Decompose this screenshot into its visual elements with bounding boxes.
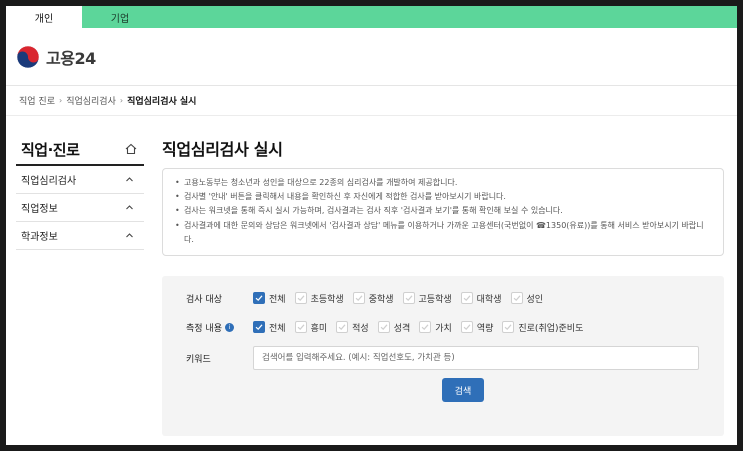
sidebar-item-job-info[interactable]: 직업정보	[16, 194, 144, 222]
chevron-up-icon	[126, 233, 133, 238]
checkbox-unchecked-icon[interactable]	[502, 321, 515, 334]
sidebar-item-psych-test[interactable]: 직업심리검사	[16, 166, 144, 194]
keyword-row: 키워드	[186, 344, 700, 372]
search-filter-panel: 검사 대상 전체 초등학생 중학생 고등학생 대학생 성인 측정 내용 i 전체 흥미 적성 성…	[162, 276, 724, 437]
target-checkbox[interactable]: 초등학생	[294, 292, 344, 305]
checkbox-checked-icon[interactable]	[253, 321, 265, 334]
checkbox-unchecked-icon[interactable]	[460, 321, 473, 334]
breadcrumb-current: 직업심리검사 실시	[127, 97, 197, 107]
chevron-up-icon	[126, 177, 133, 182]
checkbox-unchecked-icon[interactable]	[510, 292, 523, 305]
keyword-input[interactable]	[253, 346, 699, 371]
measure-option-label: 가치	[435, 323, 452, 334]
sidebar-item-label: 직업심리검사	[21, 176, 77, 187]
notice-item: 검사별 '안내' 버튼을 클릭해서 내용을 확인하신 후 자신에게 적합한 검사…	[175, 190, 713, 204]
breadcrumb: 직업 진로 › 직업심리검사 › 직업심리검사 실시	[6, 86, 737, 116]
chevron-up-icon	[126, 205, 133, 210]
measure-checkbox[interactable]: 전체	[253, 321, 286, 334]
checkbox-unchecked-icon[interactable]	[336, 321, 349, 334]
measure-option-label: 진로(취업)준비도	[518, 323, 584, 334]
measure-option-label: 적성	[352, 323, 369, 334]
page-title: 직업심리검사 실시	[162, 140, 283, 159]
breadcrumb-separator: ›	[119, 96, 124, 105]
info-icon[interactable]: i	[224, 322, 234, 332]
keyword-label: 키워드	[186, 354, 211, 365]
measure-option-label: 성격	[393, 323, 411, 334]
target-row: 검사 대상 전체 초등학생 중학생 고등학생 대학생 성인	[186, 286, 700, 310]
sidebar-item-label: 학과정보	[21, 232, 58, 243]
taegeuk-logo-icon[interactable]	[16, 45, 40, 69]
breadcrumb-item[interactable]: 직업 진로	[19, 94, 55, 107]
checkbox-unchecked-icon[interactable]	[377, 321, 390, 334]
measure-checkbox[interactable]: 진로(취업)준비도	[502, 321, 583, 334]
sidebar-header: 직업·진로	[16, 134, 144, 166]
target-checkbox[interactable]: 대학생	[460, 292, 502, 305]
measure-label: 측정 내용	[186, 323, 222, 334]
tab-business[interactable]: 기업	[82, 6, 158, 28]
target-options: 전체 초등학생 중학생 고등학생 대학생 성인	[253, 292, 552, 305]
notice-item: 검사결과에 대한 문의와 상담은 워크넷에서 '검사결과 상담' 메뉴를 이용하…	[175, 219, 713, 247]
top-tab-bar: 개인 기업	[6, 6, 737, 28]
target-checkbox[interactable]: 전체	[253, 292, 286, 305]
measure-label-wrap: 측정 내용 i	[186, 321, 253, 334]
sidebar: 직업·진로 직업심리검사 직업정보 학과정보	[16, 134, 144, 436]
target-checkbox[interactable]: 성인	[510, 292, 544, 305]
checkbox-checked-icon[interactable]	[253, 292, 265, 305]
notice-item: 고용노동부는 청소년과 성인을 대상으로 22종의 심리검사를 개발하여 제공합…	[175, 176, 713, 190]
measure-option-label: 전체	[269, 323, 286, 334]
target-option-label: 성인	[526, 294, 544, 305]
measure-checkbox[interactable]: 적성	[336, 321, 369, 334]
sidebar-title: 직업·진로	[21, 140, 80, 159]
measure-checkbox[interactable]: 성격	[377, 321, 411, 334]
site-logo-text[interactable]: 고용24	[46, 45, 96, 69]
checkbox-unchecked-icon[interactable]	[294, 321, 307, 334]
sidebar-item-major-info[interactable]: 학과정보	[16, 222, 144, 250]
target-label: 검사 대상	[186, 294, 222, 305]
measure-option-label: 흥미	[310, 323, 328, 334]
breadcrumb-item[interactable]: 직업심리검사	[66, 94, 116, 107]
measure-checkbox[interactable]: 역량	[460, 321, 494, 334]
sidebar-item-label: 직업정보	[21, 204, 58, 215]
checkbox-unchecked-icon[interactable]	[460, 292, 473, 305]
checkbox-unchecked-icon[interactable]	[419, 321, 432, 334]
target-checkbox[interactable]: 중학생	[352, 292, 394, 305]
tab-individual[interactable]: 개인	[6, 6, 82, 28]
measure-row: 측정 내용 i 전체 흥미 적성 성격 가치 역량 진로(취업)준비도	[186, 315, 700, 339]
checkbox-unchecked-icon[interactable]	[294, 292, 307, 305]
target-option-label: 대학생	[476, 294, 502, 305]
main-content: 직업심리검사 실시 고용노동부는 청소년과 성인을 대상으로 22종의 심리검사…	[162, 134, 724, 437]
target-option-label: 고등학생	[418, 294, 452, 305]
search-button[interactable]: 검색	[442, 378, 484, 403]
page-frame: 개인 기업 고용24 직업 진로 › 직업심리검사 › 직업심리검사 실시 직업…	[6, 6, 737, 445]
target-checkbox[interactable]: 고등학생	[402, 292, 452, 305]
target-option-label: 전체	[269, 294, 286, 305]
checkbox-unchecked-icon[interactable]	[352, 292, 365, 305]
measure-checkbox[interactable]: 흥미	[294, 321, 328, 334]
breadcrumb-separator: ›	[58, 96, 63, 105]
target-option-label: 초등학생	[310, 294, 344, 305]
checkbox-unchecked-icon[interactable]	[402, 292, 415, 305]
measure-checkbox[interactable]: 가치	[419, 321, 452, 334]
target-option-label: 중학생	[368, 294, 394, 305]
measure-options: 전체 흥미 적성 성격 가치 역량 진로(취업)준비도	[253, 321, 592, 334]
home-icon[interactable]	[124, 142, 138, 156]
notice-item: 검사는 워크넷을 통해 즉시 실시 가능하며, 검사결과는 검사 직후 '검사결…	[175, 204, 713, 218]
measure-option-label: 역량	[476, 323, 494, 334]
site-header: 고용24	[6, 28, 737, 86]
notice-box: 고용노동부는 청소년과 성인을 대상으로 22종의 심리검사를 개발하여 제공합…	[162, 168, 724, 257]
